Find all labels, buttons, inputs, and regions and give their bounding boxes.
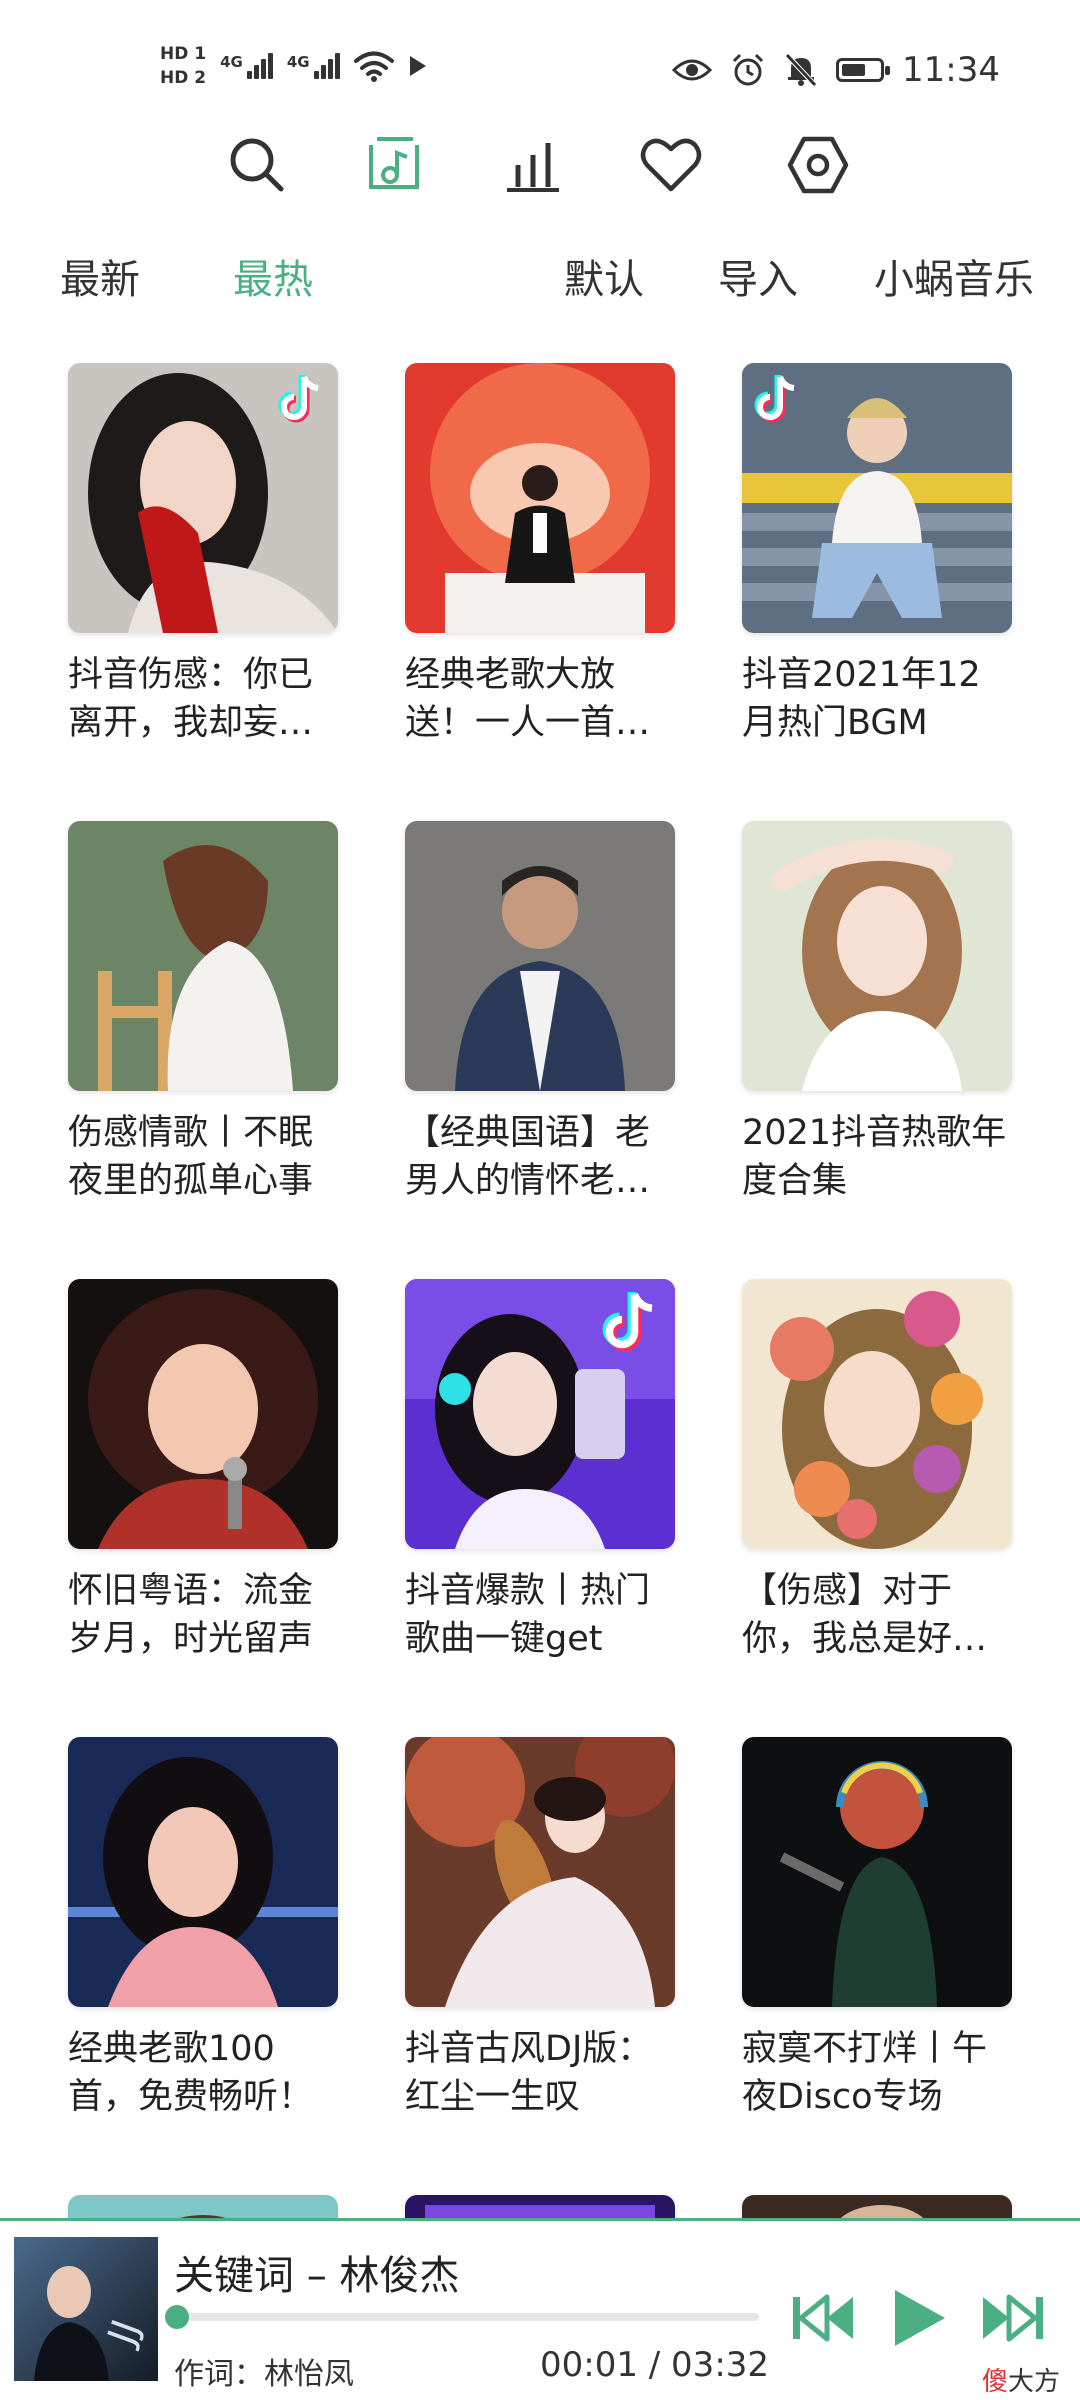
playlist-title: 抖音爆款丨热门歌曲一键get	[405, 1571, 651, 1659]
playlist-card[interactable]	[742, 2195, 1012, 2218]
playlist-cover	[742, 821, 1012, 1091]
tab-xiaowo-music[interactable]: 小蜗音乐	[874, 245, 1034, 315]
alarm-icon	[732, 53, 764, 86]
playlist-title: 抖音2021年12月热门BGM	[742, 655, 981, 743]
eye-icon	[672, 59, 713, 81]
playlist-cover	[68, 1279, 338, 1549]
search-icon	[230, 138, 284, 192]
hd1-label: HD 1	[160, 44, 207, 64]
playlist-title: 经典老歌100首，免费畅听！	[68, 2029, 314, 2117]
tiktok-icon	[278, 375, 319, 423]
watermark-red: 傻	[981, 2367, 1008, 2397]
album-art[interactable]: JJ	[14, 2237, 158, 2381]
playback-time: 00:01 / 03:32	[540, 2345, 770, 2385]
skip-previous-icon	[793, 2294, 853, 2342]
playlist-card[interactable]: 抖音古风DJ版：红尘一生叹	[405, 1737, 675, 2121]
playlist-cover	[405, 1737, 675, 2007]
playlist-cover	[68, 1737, 338, 2007]
music-note-icon	[369, 137, 419, 189]
playlist-title: 抖音伤感：你已离开，我却妄…	[68, 655, 314, 743]
signal-icon-2: 4G	[287, 53, 340, 79]
now-playing-bar: JJ 关键词 – 林俊杰 作词：林怡凤 00:01 / 03:32 傻大方	[0, 2218, 1080, 2400]
top-toolbar	[0, 120, 1080, 210]
playlist-title: 怀旧粤语：流金岁月，时光留声	[68, 1571, 314, 1659]
watermark: 傻大方	[982, 2361, 1060, 2398]
hd-indicator: HD 1 HD 2	[160, 45, 206, 87]
next-button[interactable]	[978, 2283, 1048, 2353]
mute-bell-icon	[785, 53, 817, 87]
favorites-button[interactable]	[636, 130, 706, 200]
progress-knob[interactable]	[164, 2305, 189, 2329]
playlist-title: 【伤感】对于你，我总是好…	[742, 1571, 988, 1659]
playlist-card[interactable]: 伤感情歌丨不眠夜里的孤单心事	[68, 821, 338, 1205]
wifi-icon	[353, 51, 394, 82]
bar-chart-icon	[507, 143, 559, 192]
play-button[interactable]	[884, 2283, 954, 2353]
playlist-card[interactable]: 经典老歌100首，免费畅听！	[68, 1737, 338, 2121]
signal-icon-1: 4G	[220, 53, 273, 79]
playlist-cover	[405, 363, 675, 633]
playlist-cover	[405, 2195, 675, 2218]
lyric-line: 作词：林怡凤	[174, 2357, 354, 2392]
playlist-button[interactable]	[360, 130, 430, 200]
hd2-label: HD 2	[160, 68, 207, 88]
playlist-card[interactable]: 【伤感】对于你，我总是好…	[742, 1279, 1012, 1663]
battery-icon	[836, 58, 891, 82]
playlist-card[interactable]: 【经典国语】老男人的情怀老…	[405, 821, 675, 1205]
playlist-card[interactable]: 2021抖音热歌年度合集	[742, 821, 1012, 1205]
playlist-card[interactable]: 经典老歌大放送！一人一首…	[405, 363, 675, 747]
skip-next-icon	[983, 2294, 1043, 2342]
playlist-card[interactable]	[405, 2195, 675, 2218]
search-button[interactable]	[222, 130, 292, 200]
playlist-title: 伤感情歌丨不眠夜里的孤单心事	[68, 1113, 314, 1201]
play-icon	[895, 2290, 945, 2346]
progress-bar[interactable]	[164, 2305, 759, 2329]
settings-button[interactable]	[783, 130, 853, 200]
playlist-card[interactable]: 抖音2021年12月热门BGM	[742, 363, 1012, 747]
playlist-cover	[742, 1737, 1012, 2007]
playlist-card[interactable]	[68, 2195, 338, 2218]
network-type-1: 4G	[220, 53, 243, 71]
status-bar: HD 1 HD 2 4G 4G 11:34	[0, 0, 1080, 130]
playlist-cover	[405, 1279, 675, 1549]
playlist-title: 寂寞不打烊丨午夜Disco专场	[742, 2029, 988, 2117]
tab-default[interactable]: 默认	[564, 245, 644, 315]
playlist-cover	[742, 2195, 1012, 2218]
previous-button[interactable]	[788, 2283, 858, 2353]
playlist-cover	[742, 363, 1012, 633]
tiktok-icon	[754, 375, 795, 423]
playlist-title: 2021抖音热歌年度合集	[742, 1113, 1007, 1201]
heart-icon	[640, 138, 702, 192]
playlist-title: 【经典国语】老男人的情怀老…	[405, 1113, 651, 1201]
playlist-cover	[68, 363, 338, 633]
playlist-card[interactable]: 抖音伤感：你已离开，我却妄…	[68, 363, 338, 747]
playlist-cover	[68, 2195, 338, 2218]
playlist-card[interactable]: 抖音爆款丨热门歌曲一键get	[405, 1279, 675, 1663]
playlist-card[interactable]: 寂寞不打烊丨午夜Disco专场	[742, 1737, 1012, 2121]
tab-import[interactable]: 导入	[718, 245, 798, 315]
tab-hottest[interactable]: 最热	[233, 245, 313, 315]
clock: 11:34	[902, 50, 1000, 90]
network-type-2: 4G	[286, 53, 310, 71]
song-title: 关键词 – 林俊杰	[174, 2253, 460, 2299]
playlist-title: 抖音古风DJ版：红尘一生叹	[405, 2029, 653, 2117]
playlist-cover	[68, 821, 338, 1091]
settings-icon	[787, 136, 849, 194]
playlist-title: 经典老歌大放送！一人一首…	[405, 655, 651, 743]
playlist-cover	[405, 821, 675, 1091]
playlist-card[interactable]: 怀旧粤语：流金岁月，时光留声	[68, 1279, 338, 1663]
cast-play-icon	[409, 56, 426, 76]
watermark-text: 大方	[1007, 2367, 1060, 2397]
tiktok-icon	[602, 1292, 653, 1352]
playlist-cover	[742, 1279, 1012, 1549]
category-tabs: 最新 最热 默认 导入 小蜗音乐	[0, 245, 1080, 315]
playlist-grid: 抖音伤感：你已离开，我却妄… 经典老歌大放送！一人一首… 抖音2021年12月热…	[0, 363, 1080, 2218]
status-left: HD 1 HD 2 4G 4G	[160, 36, 428, 96]
status-right: 11:34	[672, 40, 1000, 100]
tab-latest[interactable]: 最新	[60, 245, 140, 315]
charts-button[interactable]	[498, 130, 568, 200]
